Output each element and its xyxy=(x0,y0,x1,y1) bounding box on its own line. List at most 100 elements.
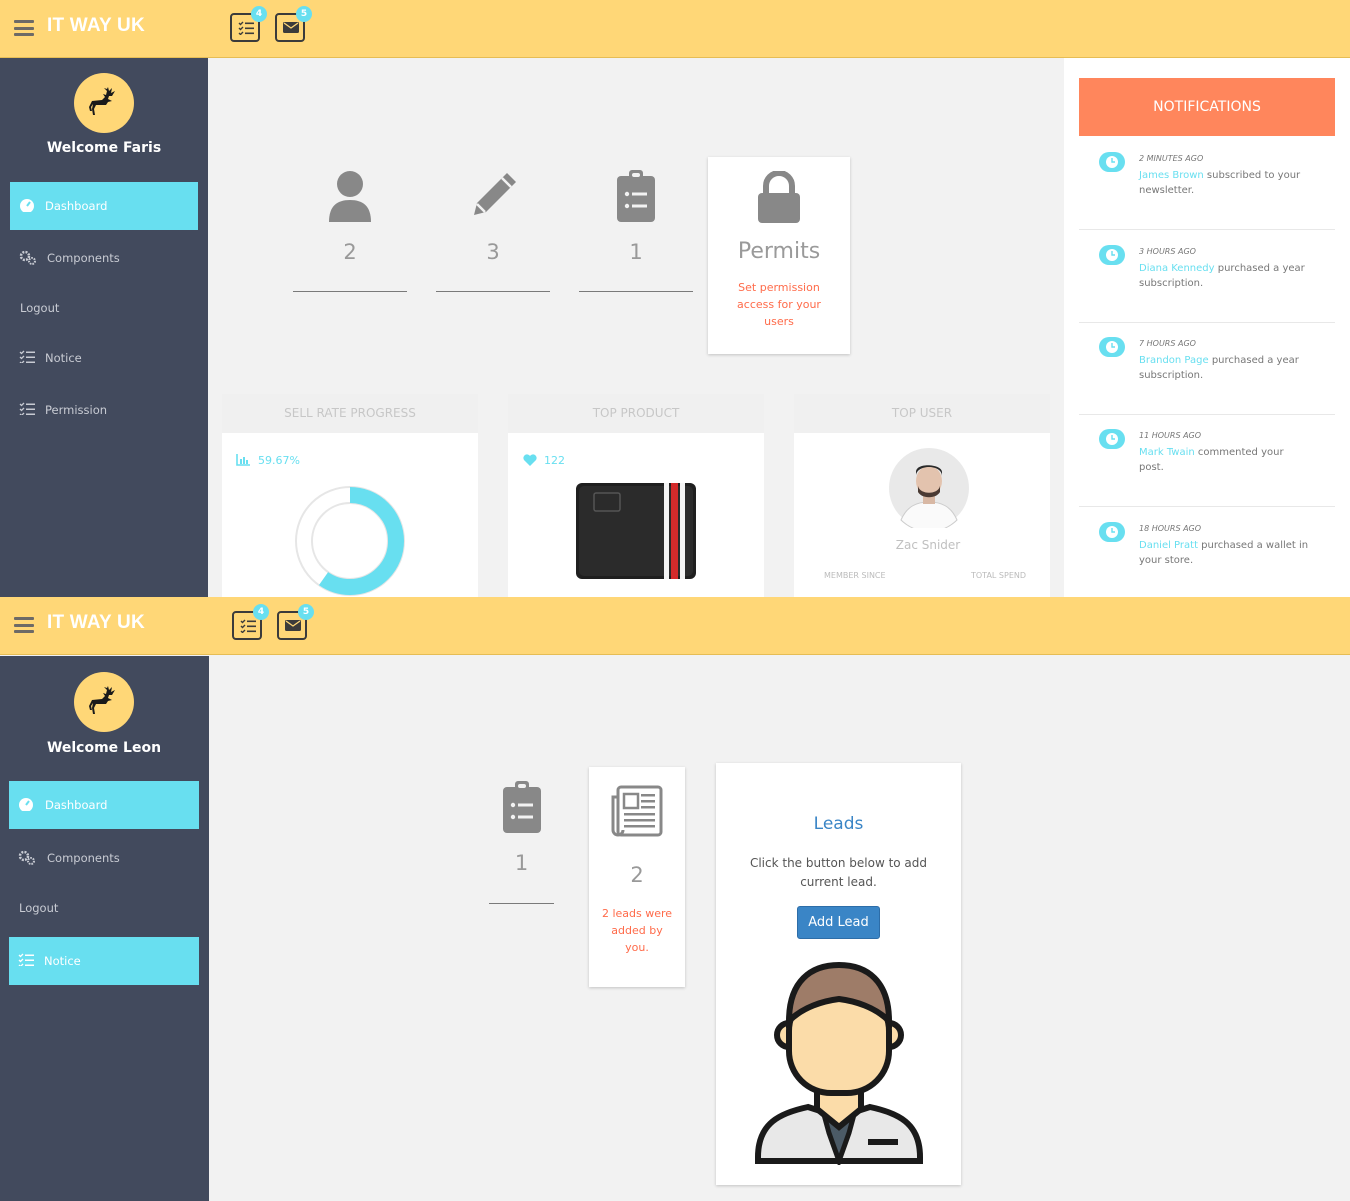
users-count: 2 xyxy=(343,240,357,264)
sidebar-item-logout[interactable]: Logout xyxy=(10,284,198,332)
avatar[interactable] xyxy=(74,73,134,133)
notification-item[interactable]: 18 HOURS AGO Daniel Pratt purchased a wa… xyxy=(1079,508,1335,597)
sidebar-item-label: Permission xyxy=(45,403,108,417)
sidebar-item-label: Logout xyxy=(19,901,59,915)
top-product-panel: TOP PRODUCT 122 xyxy=(508,394,764,597)
cogs-icon xyxy=(18,850,35,865)
notification-user-link[interactable]: Brandon Page xyxy=(1139,355,1209,366)
sell-rate-value: 59.67% xyxy=(258,454,300,467)
notification-time: 3 HOURS AGO xyxy=(1139,247,1196,256)
permits-card[interactable]: Permits Set permission access for your u… xyxy=(708,157,850,354)
divider xyxy=(436,291,550,292)
logo[interactable]: IT WAY UK xyxy=(47,612,145,634)
notification-user-link[interactable]: Daniel Pratt xyxy=(1139,540,1198,551)
notification-text: Brandon Page purchased a year subscripti… xyxy=(1139,353,1309,383)
total-spend-label: TOTAL SPEND xyxy=(971,571,1027,580)
notification-item[interactable]: 3 HOURS AGO Diana Kennedy purchased a ye… xyxy=(1079,231,1335,323)
dashboard-icon xyxy=(20,199,34,212)
menu-toggle-icon[interactable] xyxy=(14,617,34,633)
notification-item[interactable]: 2 MINUTES AGO James Brown subscribed to … xyxy=(1079,138,1335,230)
divider xyxy=(579,291,693,292)
clipboard-icon xyxy=(502,781,541,833)
notification-user-link[interactable]: Mark Twain xyxy=(1139,447,1195,458)
panel-title: TOP PRODUCT xyxy=(508,394,764,433)
screen-faris: IT WAY UK 4 5 Welcome Faris Dashboard Co… xyxy=(0,0,1350,597)
mail-badge: 5 xyxy=(298,604,314,620)
leads-instructions: Click the button below to add current le… xyxy=(749,856,928,889)
tasklist-icon xyxy=(238,21,254,35)
tasks-stat: 1 xyxy=(489,781,554,875)
sidebar-item-permission[interactable]: Permission xyxy=(10,386,198,434)
tasklist-icon xyxy=(18,953,34,966)
leads-description: 2 leads were added by you. xyxy=(601,907,673,954)
member-since-label: MEMBER SINCE xyxy=(824,571,886,580)
sidebar-item-components[interactable]: Components xyxy=(10,234,198,282)
notification-time: 11 HOURS AGO xyxy=(1139,431,1202,440)
pencil-icon xyxy=(474,173,516,215)
mail-button[interactable]: 5 xyxy=(277,604,314,640)
permits-description: Set permission access for your users xyxy=(737,281,821,328)
sidebar-item-label: Dashboard xyxy=(45,199,108,213)
sidebar: Welcome Faris Dashboard Components Logou… xyxy=(0,58,208,597)
clock-icon xyxy=(1099,522,1125,542)
logo[interactable]: IT WAY UK xyxy=(47,15,145,37)
lock-icon xyxy=(758,170,800,223)
top-user-name: Zac Snider xyxy=(895,538,961,552)
sidebar: Welcome Leon Dashboard Components Logout… xyxy=(0,656,209,1201)
user-icon xyxy=(329,171,371,222)
sidebar-item-dashboard[interactable]: Dashboard xyxy=(9,781,199,829)
sidebar-item-components[interactable]: Components xyxy=(9,834,199,882)
businessman-avatar xyxy=(755,961,923,1165)
permits-title: Permits xyxy=(737,239,821,264)
tasks-badge: 4 xyxy=(251,6,267,22)
deer-icon xyxy=(89,686,115,714)
notification-time: 7 HOURS AGO xyxy=(1139,339,1196,348)
sidebar-item-dashboard[interactable]: Dashboard xyxy=(10,182,198,230)
notification-time: 2 MINUTES AGO xyxy=(1139,154,1204,163)
sidebar-item-notice[interactable]: Notice xyxy=(10,334,198,382)
clock-icon xyxy=(1099,245,1125,265)
leads-stat-card[interactable]: 2 2 leads were added by you. xyxy=(589,767,685,987)
dashboard-icon xyxy=(19,798,33,811)
notification-text: Diana Kennedy purchased a year subscript… xyxy=(1139,261,1309,291)
notification-text: Daniel Pratt purchased a wallet in your … xyxy=(1139,538,1309,568)
sidebar-item-notice[interactable]: Notice xyxy=(9,937,199,985)
notification-user-link[interactable]: James Brown xyxy=(1139,170,1204,181)
add-lead-button[interactable]: Add Lead xyxy=(797,906,880,939)
leads-title: Leads xyxy=(813,814,864,834)
tasks-button[interactable]: 4 xyxy=(232,604,269,640)
notification-user-link[interactable]: Diana Kennedy xyxy=(1139,263,1215,274)
heart-icon[interactable] xyxy=(523,454,537,466)
sidebar-item-label: Logout xyxy=(20,301,60,315)
newspaper-icon xyxy=(611,785,663,837)
notification-item[interactable]: 7 HOURS AGO Brandon Page purchased a yea… xyxy=(1079,323,1335,415)
mail-badge: 5 xyxy=(296,6,312,22)
sell-rate-panel: SELL RATE PROGRESS 59.67% xyxy=(222,394,478,597)
cogs-icon xyxy=(19,250,36,265)
tasks-button[interactable]: 4 xyxy=(230,6,267,42)
deer-icon xyxy=(89,87,115,115)
welcome-text: Welcome Leon xyxy=(46,740,162,756)
avatar[interactable] xyxy=(74,672,134,732)
notification-text: Mark Twain commented your post. xyxy=(1139,445,1309,475)
sidebar-item-logout[interactable]: Logout xyxy=(9,884,199,932)
tasks-count: 1 xyxy=(629,240,643,264)
tasklist-icon xyxy=(19,350,35,363)
notification-item[interactable]: 11 HOURS AGO Mark Twain commented your p… xyxy=(1079,415,1335,507)
notification-text: James Brown subscribed to your newslette… xyxy=(1139,168,1309,198)
mail-button[interactable]: 5 xyxy=(275,6,312,42)
sidebar-item-label: Notice xyxy=(45,351,82,365)
user-photo[interactable] xyxy=(889,448,969,528)
posts-stat: 3 xyxy=(436,170,550,264)
clock-icon xyxy=(1099,337,1125,357)
sidebar-item-label: Components xyxy=(47,851,120,865)
likes-count: 122 xyxy=(544,454,565,467)
divider xyxy=(293,291,407,292)
notification-time: 18 HOURS AGO xyxy=(1139,524,1202,533)
menu-toggle-icon[interactable] xyxy=(14,20,34,36)
tasklist-icon xyxy=(240,619,256,633)
leads-count: 2 xyxy=(630,863,644,887)
donut-chart xyxy=(295,486,405,596)
top-user-panel: TOP USER Zac Snider MEMBER SINCE TOTAL S… xyxy=(794,394,1050,597)
clock-icon xyxy=(1099,152,1125,172)
